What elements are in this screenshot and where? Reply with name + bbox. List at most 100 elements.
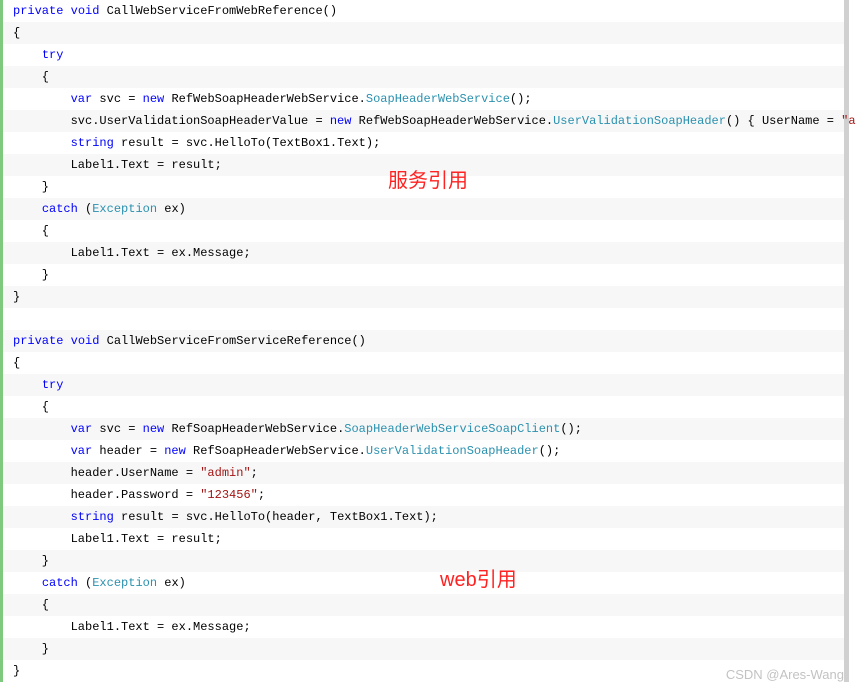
code-token: (); (539, 440, 561, 462)
code-token: RefSoapHeaderWebService. (164, 418, 344, 440)
code-line: } (0, 550, 844, 572)
code-token: string (71, 506, 114, 528)
code-token (13, 198, 42, 220)
code-line: } (0, 264, 844, 286)
code-token (63, 330, 70, 352)
code-token: catch (42, 198, 78, 220)
code-token (13, 506, 71, 528)
code-token: svc = (92, 418, 142, 440)
code-line: var header = new RefSoapHeaderWebService… (0, 440, 844, 462)
code-line: { (0, 66, 844, 88)
code-token: } (13, 264, 49, 286)
code-block: private void CallWebServiceFromWebRefere… (0, 0, 849, 682)
code-line: header.UserName = "admin"; (0, 462, 844, 484)
code-token: var (71, 88, 93, 110)
code-line: Label1.Text = result; (0, 154, 844, 176)
code-token: CallWebServiceFromWebReference() (99, 0, 337, 22)
code-token: Exception (92, 198, 157, 220)
code-line: catch (Exception ex) (0, 198, 844, 220)
code-line: try (0, 374, 844, 396)
code-token: new (330, 110, 352, 132)
code-token: result = svc.HelloTo(header, TextBox1.Te… (114, 506, 438, 528)
code-token: UserValidationSoapHeader (366, 440, 539, 462)
code-token: } (13, 638, 49, 660)
code-token: RefWebSoapHeaderWebService. (164, 88, 366, 110)
code-token: (); (560, 418, 582, 440)
code-token: private (13, 0, 63, 22)
code-line: svc.UserValidationSoapHeaderValue = new … (0, 110, 844, 132)
code-line: private void CallWebServiceFromServiceRe… (0, 330, 844, 352)
code-token: header = (92, 440, 164, 462)
code-token (13, 418, 71, 440)
code-token: { (13, 22, 20, 44)
code-token: } (13, 286, 20, 308)
code-line: string result = svc.HelloTo(TextBox1.Tex… (0, 132, 844, 154)
code-token: { (13, 220, 49, 242)
code-token: Label1.Text = ex.Message; (13, 242, 251, 264)
code-token (13, 572, 42, 594)
code-token: { (13, 594, 49, 616)
code-token: Exception (92, 572, 157, 594)
code-line: } (0, 638, 844, 660)
code-line: catch (Exception ex) (0, 572, 844, 594)
code-token: var (71, 440, 93, 462)
code-token: try (42, 44, 64, 66)
code-line: Label1.Text = ex.Message; (0, 242, 844, 264)
code-token: string (71, 132, 114, 154)
code-token: CallWebServiceFromServiceReference() (99, 330, 365, 352)
code-token (13, 440, 71, 462)
code-token: UserValidationSoapHeader (553, 110, 726, 132)
code-token: RefWebSoapHeaderWebService. (351, 110, 553, 132)
code-line: var svc = new RefWebSoapHeaderWebService… (0, 88, 844, 110)
code-token: svc = (92, 88, 142, 110)
code-token: (); (510, 88, 532, 110)
code-line: { (0, 396, 844, 418)
code-line: Label1.Text = result; (0, 528, 844, 550)
code-token (13, 44, 42, 66)
code-token: "admin (841, 110, 856, 132)
code-token: ex) (157, 572, 186, 594)
code-token: () { UserName = (726, 110, 841, 132)
code-token: { (13, 352, 20, 374)
code-token: "123456" (200, 484, 258, 506)
code-token (13, 374, 42, 396)
code-token: Label1.Text = result; (13, 154, 222, 176)
code-token: ( (78, 198, 92, 220)
code-token: try (42, 374, 64, 396)
code-token: ; (251, 462, 258, 484)
code-line: } (0, 176, 844, 198)
code-token: { (13, 66, 49, 88)
code-token: var (71, 418, 93, 440)
code-token: SoapHeaderWebServiceSoapClient (344, 418, 560, 440)
code-token: { (13, 396, 49, 418)
code-token: header.UserName = (13, 462, 200, 484)
code-line: Label1.Text = ex.Message; (0, 616, 844, 638)
code-line: { (0, 594, 844, 616)
code-token: catch (42, 572, 78, 594)
code-line: { (0, 352, 844, 374)
code-token: header.Password = (13, 484, 200, 506)
code-line (0, 308, 844, 330)
code-line: { (0, 22, 844, 44)
code-token: result = svc.HelloTo(TextBox1.Text); (114, 132, 380, 154)
code-token: ; (258, 484, 265, 506)
code-token: } (13, 660, 20, 682)
code-token: ( (78, 572, 92, 594)
code-token: new (143, 88, 165, 110)
code-token: RefSoapHeaderWebService. (186, 440, 366, 462)
code-token: new (143, 418, 165, 440)
code-token (13, 132, 71, 154)
code-token: SoapHeaderWebService (366, 88, 510, 110)
code-token: "admin" (200, 462, 250, 484)
code-line: try (0, 44, 844, 66)
code-line: } (0, 286, 844, 308)
code-line: header.Password = "123456"; (0, 484, 844, 506)
code-line: private void CallWebServiceFromWebRefere… (0, 0, 844, 22)
code-line: string result = svc.HelloTo(header, Text… (0, 506, 844, 528)
code-line: var svc = new RefSoapHeaderWebService.So… (0, 418, 844, 440)
code-token: } (13, 176, 49, 198)
code-token: Label1.Text = ex.Message; (13, 616, 251, 638)
code-line: { (0, 220, 844, 242)
code-token (63, 0, 70, 22)
code-token: } (13, 550, 49, 572)
